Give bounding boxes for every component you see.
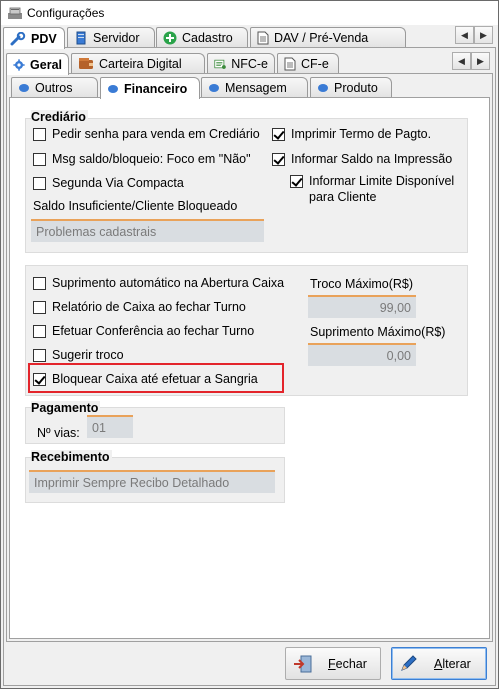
- tab-cfe[interactable]: CF-e: [277, 53, 339, 73]
- tab-financeiro[interactable]: Financeiro: [100, 77, 200, 99]
- tab-cadastro-label: Cadastro: [182, 30, 233, 45]
- tab-pdv-label: PDV: [31, 31, 57, 46]
- msg-saldo-label: Msg saldo/bloqueio: Foco em "Não": [52, 152, 251, 166]
- row2-tab-scroller: ◀ ▶: [452, 52, 490, 70]
- informar-saldo-checkbox[interactable]: Informar Saldo na Impressão: [272, 151, 452, 167]
- tab-mensagem[interactable]: Mensagem: [201, 77, 308, 97]
- plus-icon: [163, 31, 177, 44]
- document-icon: [257, 31, 269, 44]
- crediario-title: Crediário: [31, 110, 88, 124]
- bullet-icon: [318, 83, 328, 92]
- scroll-right-icon[interactable]: ▶: [471, 52, 490, 70]
- window-title: Configurações: [27, 6, 105, 20]
- tab-nfce[interactable]: NFC-e: [207, 53, 275, 73]
- pedir-senha-checkbox[interactable]: Pedir senha para venda em Crediário: [33, 126, 260, 142]
- exit-door-icon: [292, 654, 314, 674]
- saldo-insuficiente-label: Saldo Insuficiente/Cliente Bloqueado: [33, 199, 238, 213]
- invoice-icon: [214, 59, 226, 69]
- pencil-icon: [398, 654, 420, 674]
- title-bar: Configurações: [1, 1, 498, 25]
- segunda-via-checkbox[interactable]: Segunda Via Compacta: [33, 175, 184, 191]
- tab-carteira-digital[interactable]: Carteira Digital: [71, 53, 205, 73]
- saldo-insuficiente-field[interactable]: Problemas cadastrais: [31, 219, 264, 242]
- tab-pdv[interactable]: PDV: [3, 27, 65, 49]
- gear-icon: [13, 58, 25, 71]
- bullet-icon: [108, 84, 118, 93]
- suprimento-auto-checkbox[interactable]: Suprimento automático na Abertura Caixa: [33, 275, 284, 291]
- alterar-button[interactable]: Alterar: [391, 647, 487, 680]
- troco-maximo-field[interactable]: 99,00: [308, 295, 416, 318]
- vias-label: Nº vias:: [37, 426, 80, 440]
- pagamento-title: Pagamento: [31, 401, 101, 415]
- imprimir-termo-label: Imprimir Termo de Pagto.: [291, 127, 432, 141]
- wallet-icon: [79, 58, 93, 69]
- sugerir-troco-label: Sugerir troco: [52, 348, 124, 362]
- troco-maximo-label: Troco Máximo(R$): [310, 277, 414, 291]
- checkbox-box[interactable]: [33, 153, 46, 166]
- scroll-left-icon[interactable]: ◀: [455, 26, 474, 44]
- pedir-senha-label: Pedir senha para venda em Crediário: [52, 127, 260, 141]
- tab-outros-label: Outros: [35, 80, 73, 95]
- highlight-box: [28, 363, 284, 393]
- tab-produto-label: Produto: [334, 80, 378, 95]
- alterar-label: Alterar: [434, 656, 471, 671]
- scroll-left-icon[interactable]: ◀: [452, 52, 471, 70]
- tab-geral[interactable]: Geral: [6, 53, 69, 75]
- checkbox-box[interactable]: [33, 325, 46, 338]
- checkbox-box[interactable]: [33, 128, 46, 141]
- tab-produto[interactable]: Produto: [310, 77, 392, 97]
- config-window: Configurações Servidor Cadastro DAV / Pr…: [0, 0, 499, 689]
- informar-saldo-label: Informar Saldo na Impressão: [291, 152, 453, 166]
- document-icon: [284, 57, 296, 70]
- efetuar-conferencia-checkbox[interactable]: Efetuar Conferência ao fechar Turno: [33, 323, 254, 339]
- imprimir-termo-checkbox[interactable]: Imprimir Termo de Pagto.: [272, 126, 431, 142]
- checkbox-box[interactable]: [272, 153, 285, 166]
- server-icon: [76, 31, 86, 44]
- sugerir-troco-checkbox[interactable]: Sugerir troco: [33, 347, 124, 363]
- suprimento-auto-label: Suprimento automático na Abertura Caixa: [52, 276, 285, 290]
- checkbox-box[interactable]: [33, 177, 46, 190]
- recebimento-title: Recebimento: [31, 450, 112, 464]
- tab-cadastro[interactable]: Cadastro: [156, 27, 248, 47]
- wrench-icon: [10, 31, 26, 45]
- tab-nfce-label: NFC-e: [231, 56, 268, 71]
- fechar-button[interactable]: Fechar: [285, 647, 381, 680]
- vias-field[interactable]: 01: [87, 415, 133, 438]
- bullet-icon: [209, 83, 219, 92]
- efetuar-conferencia-label: Efetuar Conferência ao fechar Turno: [52, 324, 255, 338]
- checkbox-box[interactable]: [33, 349, 46, 362]
- tab-servidor-label: Servidor: [93, 30, 140, 45]
- relatorio-caixa-label: Relatório de Caixa ao fechar Turno: [52, 300, 246, 314]
- tab-servidor[interactable]: Servidor: [67, 27, 155, 47]
- segunda-via-label: Segunda Via Compacta: [52, 176, 184, 190]
- app-icon: [8, 7, 22, 19]
- suprimento-maximo-field[interactable]: 0,00: [308, 343, 416, 366]
- suprimento-maximo-label: Suprimento Máximo(R$): [310, 325, 446, 339]
- informar-limite-label: Informar Limite Disponível para Cliente: [309, 174, 455, 204]
- scroll-right-icon[interactable]: ▶: [474, 26, 493, 44]
- checkbox-box[interactable]: [33, 277, 46, 290]
- row1-tab-scroller: ◀ ▶: [455, 26, 493, 44]
- informar-limite-checkbox[interactable]: Informar Limite Disponível para Cliente: [290, 173, 465, 205]
- checkbox-box[interactable]: [33, 301, 46, 314]
- tab-carteira-label: Carteira Digital: [99, 56, 182, 71]
- checkbox-box[interactable]: [272, 128, 285, 141]
- tab-cfe-label: CF-e: [301, 56, 329, 71]
- tab-mensagem-label: Mensagem: [225, 80, 287, 95]
- bullet-icon: [19, 83, 29, 92]
- msg-saldo-checkbox[interactable]: Msg saldo/bloqueio: Foco em "Não": [33, 151, 251, 167]
- tab-financeiro-label: Financeiro: [124, 81, 188, 96]
- relatorio-caixa-checkbox[interactable]: Relatório de Caixa ao fechar Turno: [33, 299, 246, 315]
- fechar-label: Fechar: [328, 656, 367, 671]
- checkbox-box[interactable]: [290, 175, 303, 188]
- tab-dav[interactable]: DAV / Pré-Venda: [250, 27, 406, 47]
- tab-dav-label: DAV / Pré-Venda: [274, 30, 369, 45]
- recebimento-field[interactable]: Imprimir Sempre Recibo Detalhado: [29, 470, 275, 493]
- tab-outros[interactable]: Outros: [11, 77, 98, 97]
- tab-geral-label: Geral: [30, 57, 62, 72]
